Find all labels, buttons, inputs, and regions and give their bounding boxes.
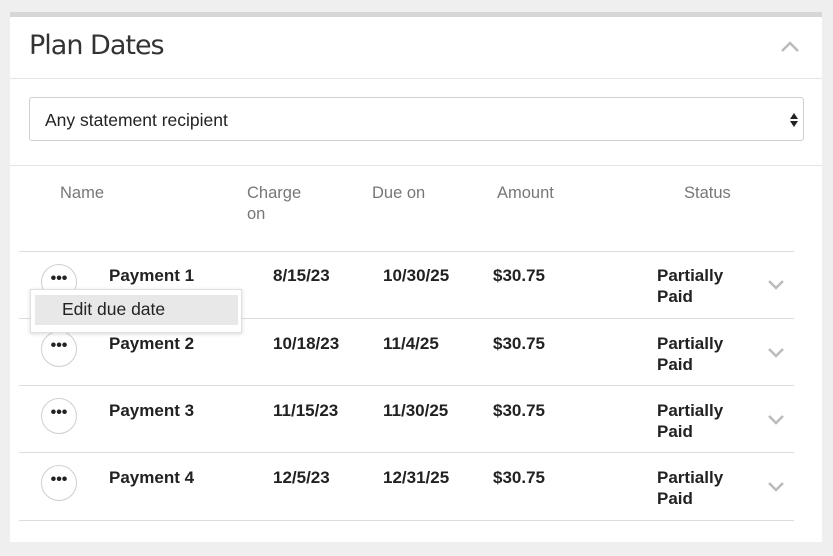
due-on-date: 11/30/25	[383, 401, 449, 420]
due-on-date: 11/4/25	[383, 334, 439, 353]
select-value: Any statement recipient	[45, 110, 228, 130]
row-divider	[19, 452, 794, 453]
payment-name: Payment 2	[109, 334, 195, 353]
status: Partially Paid	[657, 266, 724, 306]
panel-header: Plan Dates	[10, 17, 822, 79]
amount: $30.75	[493, 468, 545, 487]
row-actions-button[interactable]: •••	[41, 331, 77, 367]
due-on-date: 12/31/25	[383, 468, 450, 487]
row-divider	[19, 520, 794, 521]
ellipsis-icon: •••	[50, 270, 68, 287]
ellipsis-icon: •••	[50, 404, 68, 421]
chevron-down-icon[interactable]	[767, 278, 785, 290]
charge-on-date: 12/5/23	[273, 468, 330, 487]
statement-recipient-select[interactable]: Any statement recipient	[29, 97, 804, 141]
status: Partially Paid	[657, 401, 724, 441]
column-header-due-on: Due on	[372, 184, 426, 202]
status: Partially Paid	[657, 468, 724, 508]
chevron-down-icon[interactable]	[767, 346, 785, 358]
ellipsis-icon: •••	[50, 337, 68, 354]
payment-name: Payment 3	[109, 401, 195, 420]
amount: $30.75	[493, 334, 545, 353]
row-actions-button[interactable]: •••	[41, 465, 77, 501]
payment-name: Payment 4	[109, 468, 195, 487]
menu-item-label: Edit due date	[62, 299, 166, 319]
row-actions-button[interactable]: •••	[41, 398, 77, 434]
due-on-date: 10/30/25	[383, 266, 450, 285]
sort-arrows-icon	[789, 111, 799, 129]
filter-row: Any statement recipient	[10, 79, 822, 166]
chevron-up-icon[interactable]	[780, 39, 800, 53]
panel-title: Plan Dates	[29, 30, 165, 61]
amount: $30.75	[493, 401, 545, 420]
row-divider	[19, 385, 794, 386]
chevron-down-icon[interactable]	[767, 413, 785, 425]
row-divider	[19, 251, 794, 252]
menu-item-edit-due-date[interactable]: Edit due date	[35, 295, 238, 325]
status: Partially Paid	[657, 334, 724, 374]
column-header-status: Status	[684, 184, 731, 202]
row-actions-menu: Edit due date	[30, 289, 242, 333]
chevron-down-icon[interactable]	[767, 480, 785, 492]
column-header-amount: Amount	[497, 184, 554, 202]
ellipsis-icon: •••	[50, 471, 68, 488]
column-header-charge-on: Charge on	[247, 184, 302, 223]
column-header-name: Name	[60, 184, 105, 202]
charge-on-date: 11/15/23	[273, 401, 339, 420]
payment-name: Payment 1	[109, 266, 195, 285]
charge-on-date: 10/18/23	[273, 334, 340, 353]
amount: $30.75	[493, 266, 545, 285]
charge-on-date: 8/15/23	[273, 266, 330, 285]
